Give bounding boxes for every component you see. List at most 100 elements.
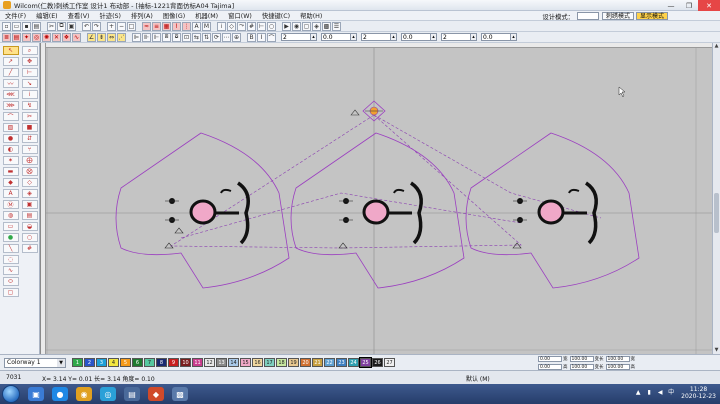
property-contour-icon[interactable]: ◎: [32, 32, 41, 42]
property-fancy-icon[interactable]: ✦: [22, 32, 31, 42]
menu-image[interactable]: 图像(G): [158, 11, 190, 20]
ungroup-icon[interactable]: ⧇: [172, 32, 181, 42]
embroidery-mode-button[interactable]: 刺绣模式: [601, 12, 634, 20]
knife-tool-icon[interactable]: ╲: [2, 244, 19, 253]
zoom-fit-icon[interactable]: □: [127, 21, 136, 31]
color-swatch[interactable]: 24: [348, 358, 359, 367]
qq-icon[interactable]: ●: [52, 387, 68, 401]
property-cross-icon[interactable]: ✕: [52, 32, 61, 42]
run-tool-icon[interactable]: ╱: [2, 68, 19, 77]
menu-help[interactable]: 帮助(H): [295, 11, 327, 20]
border-tool-icon[interactable]: ▭: [2, 222, 19, 231]
color-swatch[interactable]: 25: [359, 357, 372, 368]
start-button[interactable]: [2, 385, 20, 403]
angle-input[interactable]: [441, 33, 471, 41]
menu-machine[interactable]: 机器(M): [190, 11, 223, 20]
color-swatch[interactable]: 26: [372, 358, 383, 367]
triple-run-icon[interactable]: ⋮: [182, 21, 191, 31]
lock-icon[interactable]: ⊡: [182, 32, 191, 42]
center-icon[interactable]: ⊕: [232, 32, 241, 42]
folder-icon[interactable]: ▤: [124, 387, 140, 401]
colorway-select[interactable]: Colorway 1 ▼: [4, 357, 66, 368]
color-swatch[interactable]: 17: [264, 358, 275, 367]
scrollbar-thumb[interactable]: [714, 193, 719, 233]
mirror-v-icon[interactable]: ⇅: [202, 32, 211, 42]
close-button[interactable]: ✕: [698, 0, 720, 11]
color-swatch[interactable]: 8: [156, 358, 167, 367]
object-list-icon[interactable]: ☰: [332, 21, 341, 31]
select-tool-icon[interactable]: ↖: [2, 46, 19, 55]
remove-overlap-tool-icon[interactable]: ▤: [21, 211, 38, 220]
applique-tool-icon[interactable]: ◍: [2, 211, 19, 220]
show-outlines-icon[interactable]: ◇: [227, 21, 236, 31]
explorer-icon[interactable]: ▣: [28, 387, 44, 401]
column-b-tool-icon[interactable]: ⋙: [2, 101, 19, 110]
stitch-edit-tool-icon[interactable]: ⁞: [21, 90, 38, 99]
branch-tool-icon[interactable]: ⑂: [21, 145, 38, 154]
color-tool-icon[interactable]: ◒: [21, 222, 38, 231]
spacing-value-input[interactable]: [321, 33, 351, 41]
satin-tool-icon[interactable]: 〰: [2, 79, 19, 88]
satin-icon[interactable]: ≡: [152, 21, 161, 31]
array-icon[interactable]: ⋯: [222, 32, 231, 42]
hoop-icon[interactable]: ○: [267, 21, 276, 31]
fill-icon[interactable]: ▦: [162, 21, 171, 31]
copy-icon[interactable]: ⧉: [57, 21, 66, 31]
rectangle-tool-icon[interactable]: ▬: [2, 167, 19, 176]
save-icon[interactable]: ▪: [22, 21, 31, 31]
menu-shortcut[interactable]: 快捷键(C): [257, 11, 295, 20]
menu-edit[interactable]: 编辑(E): [31, 11, 63, 20]
clock[interactable]: 11:28 2020-12-23: [681, 386, 716, 400]
color-swatch[interactable]: 27: [384, 358, 395, 367]
zoom-in-icon[interactable]: +: [107, 21, 116, 31]
tv-icon[interactable]: ▢: [302, 21, 311, 31]
scroll-up-icon[interactable]: ▲: [713, 43, 720, 50]
color-swatch[interactable]: 15: [240, 358, 251, 367]
color-swatch[interactable]: 4: [108, 358, 119, 367]
color-swatch[interactable]: 2: [84, 358, 95, 367]
color-swatch[interactable]: 12: [204, 358, 215, 367]
color-swatch[interactable]: 5: [120, 358, 131, 367]
color-swatch[interactable]: 21: [312, 358, 323, 367]
motif-left[interactable]: [115, 132, 290, 289]
color-swatch[interactable]: 23: [336, 358, 347, 367]
offset-tool-icon[interactable]: ◈: [21, 189, 38, 198]
circle-tool-icon[interactable]: ●: [2, 134, 19, 143]
hoop-tool-icon[interactable]: ○: [21, 233, 38, 242]
spin-arrows-icon[interactable]: ▴: [391, 33, 397, 41]
color-swatch[interactable]: 18: [276, 358, 287, 367]
menu-file[interactable]: 文件(F): [0, 11, 31, 20]
angle-stepper[interactable]: ▴: [441, 33, 477, 42]
spin-arrows-icon[interactable]: ▴: [351, 33, 357, 41]
reshape-tool-icon[interactable]: ↗: [2, 57, 19, 66]
cut-icon[interactable]: ✂: [47, 21, 56, 31]
input-method-icon[interactable]: 中: [667, 389, 675, 397]
design-canvas[interactable]: [40, 43, 712, 354]
wilcom-icon[interactable]: ◉: [76, 387, 92, 401]
network-icon[interactable]: ▮: [645, 389, 653, 397]
color-swatch[interactable]: 22: [324, 358, 335, 367]
align-center-icon[interactable]: ⊪: [142, 32, 151, 42]
rotate-icon[interactable]: ⟳: [212, 32, 221, 42]
menu-stitch[interactable]: 针迹(S): [94, 11, 126, 20]
ellipse-tool-icon[interactable]: ◐: [2, 145, 19, 154]
spin-arrows-icon[interactable]: ▴: [311, 33, 317, 41]
measure-tool-icon[interactable]: ⊢: [21, 68, 38, 77]
color-swatch[interactable]: 11: [192, 358, 203, 367]
sequence-tool-icon[interactable]: ⇵: [21, 134, 38, 143]
open-icon[interactable]: ▭: [12, 21, 21, 31]
wave-tool-icon[interactable]: ∿: [2, 266, 19, 275]
underlay-icon[interactable]: ⇟: [97, 32, 106, 42]
motif-right[interactable]: [465, 132, 640, 289]
size-field[interactable]: 0.00: [538, 356, 562, 362]
monogram-icon[interactable]: M: [202, 21, 211, 31]
spin-arrows-icon[interactable]: ▴: [431, 33, 437, 41]
monogram-tool-icon[interactable]: Ⓜ: [2, 200, 19, 209]
length-value-stepper[interactable]: ▴: [401, 33, 437, 42]
angle-value-stepper[interactable]: ▴: [481, 33, 517, 42]
color-swatch[interactable]: 1: [72, 358, 83, 367]
color-swatch[interactable]: 9: [168, 358, 179, 367]
baseline-icon[interactable]: ⌒: [267, 32, 276, 42]
property-radial-icon[interactable]: ✺: [42, 32, 51, 42]
maximize-button[interactable]: ❐: [680, 0, 698, 11]
